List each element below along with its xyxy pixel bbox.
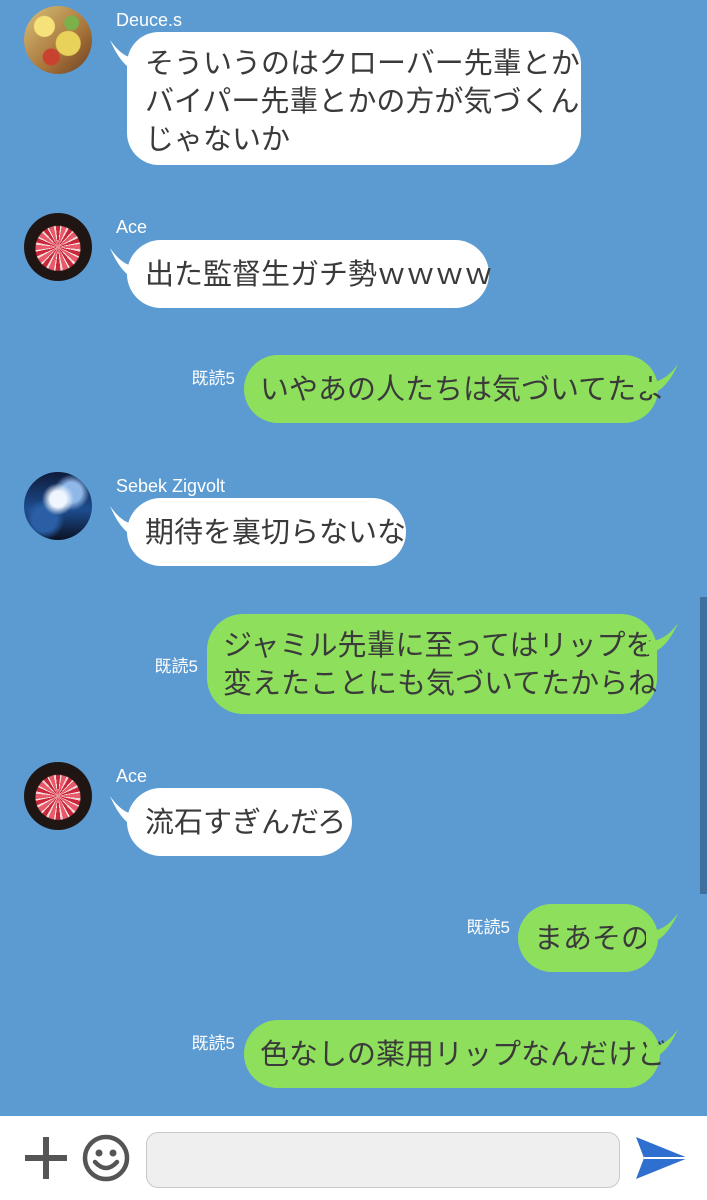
emoji-button[interactable] <box>78 1116 134 1200</box>
bubble-tail <box>646 623 678 655</box>
message-bubble[interactable]: 期待を裏切らないな <box>127 498 406 566</box>
message-text: 期待を裏切らないな <box>145 515 407 549</box>
message-line: そういうのはクローバー先輩とか <box>145 46 580 80</box>
message-bubble[interactable]: そういうのはクローバー先輩とか バイパー先輩とかの方が気づくん じゃないか <box>127 32 581 165</box>
message-bubble[interactable]: まあその <box>518 904 658 972</box>
message-bubble[interactable]: 流石すぎんだろ <box>127 788 352 856</box>
message-line: じゃないか <box>145 122 291 156</box>
read-receipt: 既読5 <box>191 369 235 388</box>
add-button[interactable] <box>18 1116 74 1200</box>
sender-name: Sebek Zigvolt <box>116 476 226 496</box>
message-text: いやあの人たちは気づいてたよ <box>260 372 666 406</box>
message-line: 変えたことにも気づいてたからね <box>223 666 658 700</box>
message-bubble[interactable]: 色なしの薬用リップなんだけど <box>244 1020 666 1088</box>
message-input[interactable] <box>146 1132 620 1188</box>
avatar-sebek[interactable] <box>24 472 92 540</box>
read-receipt: 既読5 <box>154 657 198 676</box>
avatar-ace[interactable] <box>24 762 92 830</box>
read-receipt: 既読5 <box>466 918 510 937</box>
message-bubble[interactable]: ジャミル先輩に至ってはリップを 変えたことにも気づいてたからね <box>207 614 657 714</box>
emoji-icon <box>82 1134 130 1182</box>
message-line: バイパー先輩とかの方が気づくん <box>145 84 580 118</box>
send-icon <box>636 1137 688 1179</box>
avatar-deuce[interactable] <box>24 6 92 74</box>
sender-name: Deuce.s <box>116 10 183 30</box>
message-text: まあその <box>534 921 651 955</box>
message-text: 出た監督生ガチ勢ｗｗｗｗ <box>145 257 494 291</box>
bubble-tail <box>646 364 678 396</box>
bubble-tail <box>646 913 678 945</box>
message-bubble[interactable]: 出た監督生ガチ勢ｗｗｗｗ <box>127 240 493 308</box>
message-bubble[interactable]: いやあの人たちは気づいてたよ <box>244 355 665 423</box>
message-line: ジャミル先輩に至ってはリップを <box>223 628 655 662</box>
message-text: 色なしの薬用リップなんだけど <box>260 1037 667 1071</box>
scrollbar[interactable] <box>700 597 707 894</box>
sender-name: Ace <box>116 217 148 237</box>
bubble-tail <box>646 1029 678 1061</box>
plus-icon <box>25 1137 67 1179</box>
avatar-ace[interactable] <box>24 213 92 281</box>
chat-area: Deuce.s そういうのはクローバー先輩とか バイパー先輩とかの方が気づくん … <box>0 0 707 1116</box>
read-receipt: 既読5 <box>191 1034 235 1053</box>
message-text: 流石すぎんだろ <box>145 805 347 839</box>
sender-name: Ace <box>116 766 148 786</box>
input-bar <box>0 1116 707 1200</box>
send-button[interactable] <box>632 1116 692 1200</box>
